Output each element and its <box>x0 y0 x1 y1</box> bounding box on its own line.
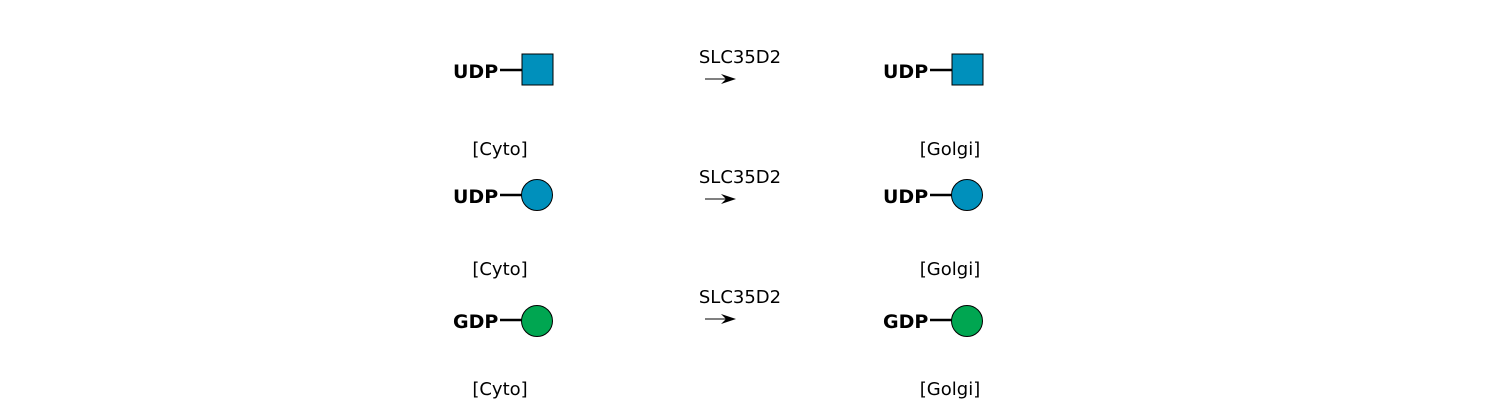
product-2-nucleotide: UDP <box>883 186 928 208</box>
product-1: UDP [Golgi] <box>883 53 984 160</box>
reaction-3-arrow-group: SLC35D2 <box>699 287 781 324</box>
substrate-2-nucleotide: UDP <box>453 186 498 208</box>
substrate-1-location: [Cyto] <box>472 139 527 160</box>
substrate-2: UDP [Cyto] <box>453 179 553 280</box>
reaction-1-enzyme: SLC35D2 <box>699 47 781 68</box>
product-1-location: [Golgi] <box>920 139 980 160</box>
product-1-glycan-square-icon <box>951 53 984 86</box>
product-3-glycan-circle-icon <box>951 305 983 337</box>
transport-diagram: UDP [Cyto] SLC35D2 UDP [Golgi] UDP [Cyto… <box>453 47 984 400</box>
substrate-2-glycan-circle-icon <box>521 179 553 211</box>
product-2-glycan-circle-icon <box>951 179 983 211</box>
substrate-2-location: [Cyto] <box>472 259 527 280</box>
reaction-row-1: UDP [Cyto] SLC35D2 UDP [Golgi] <box>453 47 984 160</box>
product-2-location: [Golgi] <box>920 259 980 280</box>
substrate-1-glycan-square-icon <box>521 53 554 86</box>
reaction-row-3: GDP [Cyto] SLC35D2 GDP [Golgi] <box>453 287 983 400</box>
substrate-3-nucleotide: GDP <box>453 311 498 333</box>
substrate-1: UDP [Cyto] <box>453 53 554 160</box>
reaction-2-enzyme: SLC35D2 <box>699 167 781 188</box>
product-2: UDP [Golgi] <box>883 179 983 280</box>
product-3-location: [Golgi] <box>920 379 980 400</box>
product-3-nucleotide: GDP <box>883 311 928 333</box>
reaction-3-enzyme: SLC35D2 <box>699 287 781 308</box>
substrate-3-glycan-circle-icon <box>521 305 553 337</box>
reaction-2-arrow-group: SLC35D2 <box>699 167 781 204</box>
substrate-3-location: [Cyto] <box>472 379 527 400</box>
substrate-3: GDP [Cyto] <box>453 305 553 400</box>
product-1-nucleotide: UDP <box>883 61 928 83</box>
substrate-1-nucleotide: UDP <box>453 61 498 83</box>
reaction-row-2: UDP [Cyto] SLC35D2 UDP [Golgi] <box>453 167 983 280</box>
reaction-1-arrow-group: SLC35D2 <box>699 47 781 84</box>
product-3: GDP [Golgi] <box>883 305 983 400</box>
